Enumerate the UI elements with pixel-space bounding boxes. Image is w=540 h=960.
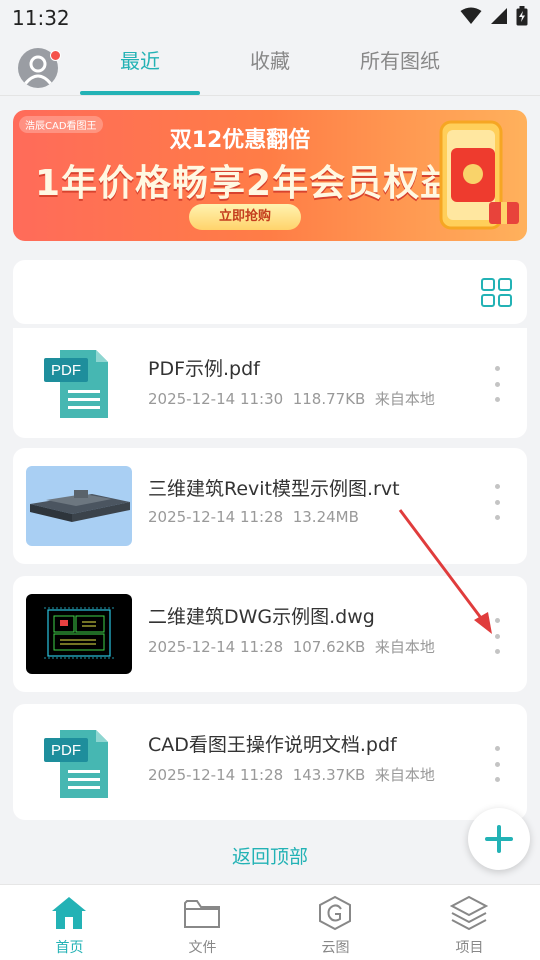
red-envelope-phone-icon [439,120,519,230]
file-meta: 2025-12-14 11:28 107.62KB 来自本地 [148,636,435,657]
file-card[interactable]: PDF PDF示例.pdf 2025-12-14 11:30 118.77KB … [13,328,527,438]
nav-files[interactable]: 文件 [135,885,270,960]
top-header: 最近 收藏 所有图纸 [0,36,540,96]
file-thumbnail [26,466,132,546]
file-source: 来自本地 [374,638,435,656]
pdf-file-icon: PDF [44,350,108,418]
more-options-button[interactable] [487,366,507,402]
buy-now-button[interactable]: 立即抢购 [189,204,301,230]
add-file-button[interactable] [468,808,530,870]
bottom-navigation: 首页 文件 云图 项目 [0,884,540,960]
file-thumbnail: PDF [26,722,132,802]
pdf-label: PDF [51,362,81,379]
nav-home[interactable]: 首页 [2,885,137,960]
nav-cloud[interactable]: 云图 [268,885,403,960]
folder-icon [184,900,220,928]
file-size: 143.37KB [292,766,366,784]
file-size: 107.62KB [292,638,366,656]
status-time: 11:32 [12,6,70,30]
3d-building-icon [30,490,130,522]
tab-favorites[interactable]: 收藏 [210,36,330,96]
file-date: 2025-12-14 11:30 [148,390,284,408]
file-date: 2025-12-14 11:28 [148,508,284,526]
active-tab-indicator [80,91,200,95]
plus-icon [485,825,513,853]
file-name: PDF示例.pdf [148,358,260,380]
banner-headline: 1年价格畅享2年会员权益 [35,163,458,204]
file-thumbnail [26,594,132,674]
file-card[interactable]: 二维建筑DWG示例图.dwg 2025-12-14 11:28 107.62KB… [13,576,527,692]
battery-icon [516,6,528,26]
file-thumbnail: PDF [26,342,132,422]
nav-label: 项目 [455,940,484,956]
signal-icon [491,8,507,24]
pdf-label: PDF [51,742,81,759]
file-date: 2025-12-14 11:28 [148,638,284,656]
file-size: 118.77KB [292,390,366,408]
file-name: CAD看图王操作说明文档.pdf [148,734,397,756]
pdf-file-icon: PDF [44,730,108,798]
cloud-g-icon [319,895,351,931]
nav-label: 首页 [55,940,84,956]
nav-label: 文件 [188,940,217,956]
file-card[interactable]: 三维建筑Revit模型示例图.rvt 2025-12-14 11:28 13.2… [13,448,527,564]
layers-icon [450,895,488,931]
file-name: 二维建筑DWG示例图.dwg [148,606,375,628]
more-options-button[interactable] [487,746,507,782]
file-card[interactable]: PDF CAD看图王操作说明文档.pdf 2025-12-14 11:28 14… [13,704,527,820]
nav-label: 云图 [321,940,350,956]
file-source: 来自本地 [374,766,435,784]
tab-all-drawings[interactable]: 所有图纸 [340,36,460,96]
nav-projects[interactable]: 项目 [402,885,537,960]
file-name: 三维建筑Revit模型示例图.rvt [148,478,400,500]
wifi-icon [460,7,482,24]
promo-banner[interactable]: 浩辰CAD看图王 双12优惠翻倍 1年价格畅享2年会员权益 立即抢购 [13,110,527,241]
status-bar: 11:32 [0,0,540,36]
list-toolbar [13,260,527,324]
file-meta: 2025-12-14 11:28 143.37KB 来自本地 [148,764,435,785]
file-size: 13.24MB [292,508,359,526]
file-meta: 2025-12-14 11:30 118.77KB 来自本地 [148,388,435,409]
file-date: 2025-12-14 11:28 [148,766,284,784]
file-meta: 2025-12-14 11:28 13.24MB [148,508,359,526]
more-options-button[interactable] [487,484,507,520]
system-icons [460,6,528,26]
more-options-button[interactable] [487,618,507,654]
grid-view-icon[interactable] [481,278,513,308]
file-source: 来自本地 [374,390,435,408]
home-icon [52,897,86,929]
notification-dot [50,50,61,61]
tab-recent[interactable]: 最近 [80,36,200,96]
dwg-drawing-icon [44,607,114,659]
back-to-top-link[interactable]: 返回顶部 [0,842,540,869]
